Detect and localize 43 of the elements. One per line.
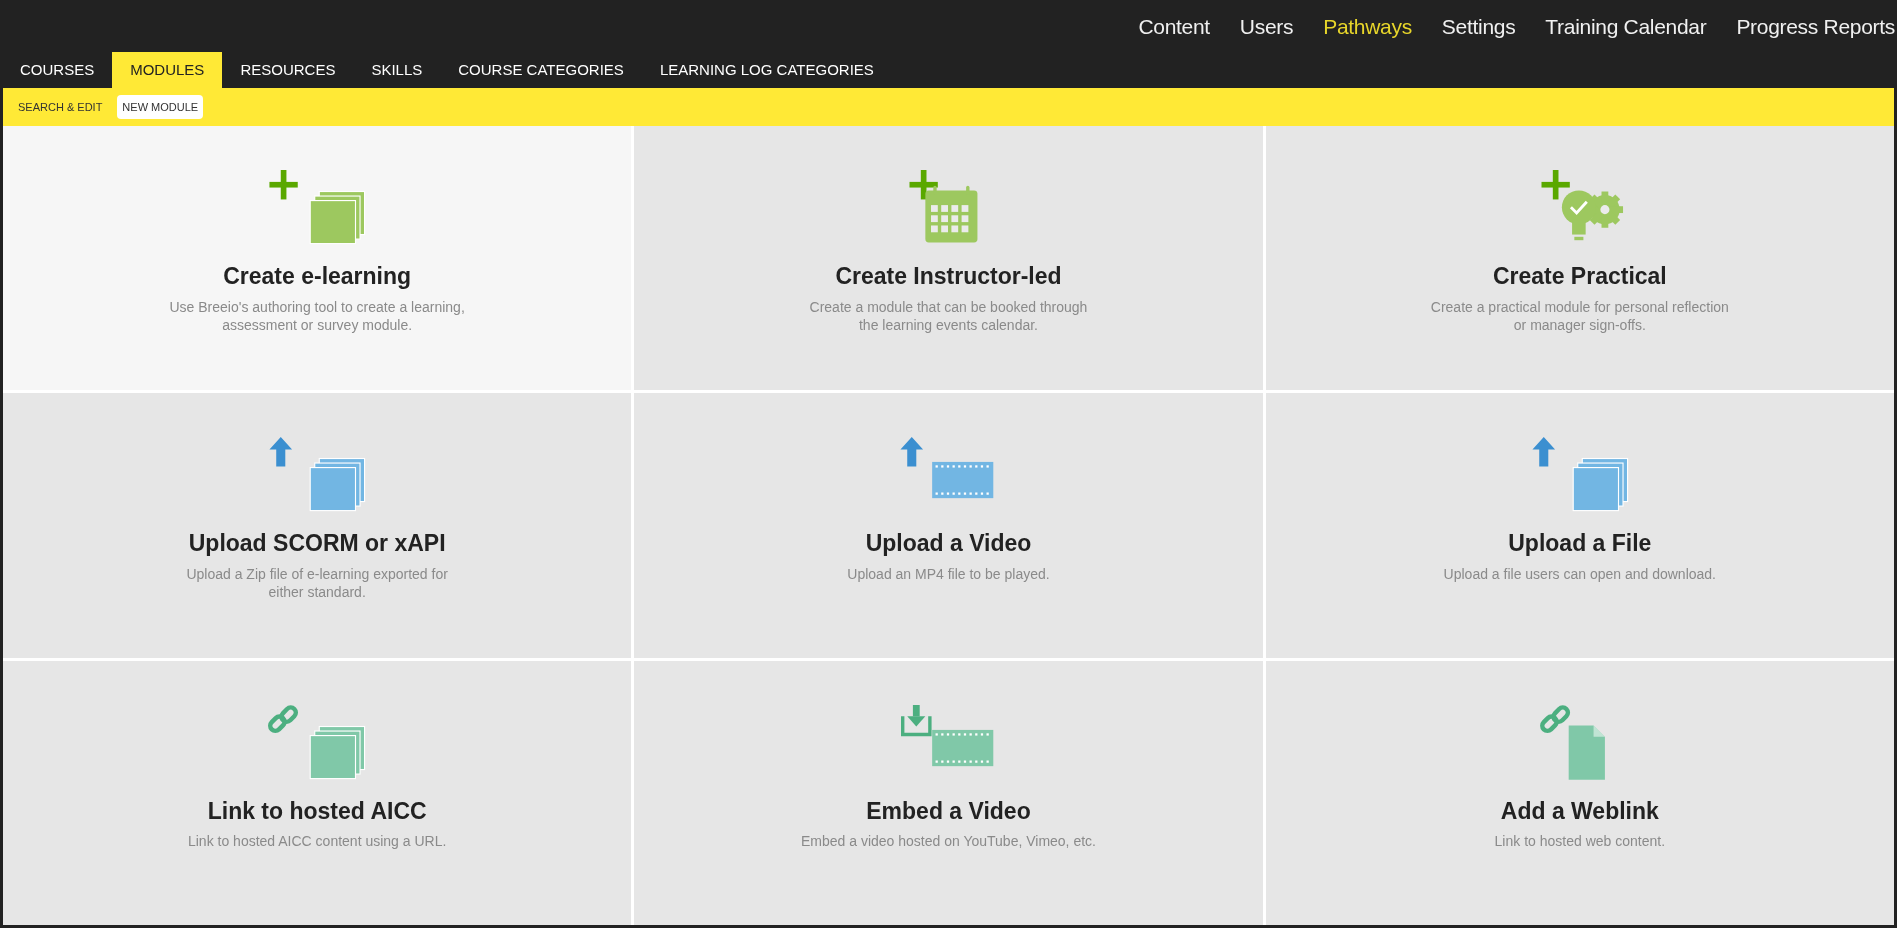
module-type-card[interactable]: Embed a Video Embed a video hosted on YouTube, Vimeo, etc. <box>634 660 1263 925</box>
nav-link[interactable]: Progress Reports <box>1736 10 1895 43</box>
tab[interactable]: LEARNING LOG CATEGORIES <box>641 52 892 88</box>
nav-link[interactable]: Users <box>1239 10 1294 43</box>
card-title: Add a Weblink <box>1500 796 1659 826</box>
card-title: Upload SCORM or xAPI <box>188 529 446 559</box>
card-title: Link to hosted AICC <box>207 796 427 826</box>
card-title: Create Practical <box>1492 262 1667 291</box>
nav-link[interactable]: Settings <box>1441 10 1516 43</box>
module-type-card[interactable]: Create e-learning Use Breeio's authoring tool to create a learning, assessment or survey module. <box>3 126 632 391</box>
tab[interactable]: SKILLS <box>353 52 441 88</box>
card-title: Create Instructor-led <box>835 262 1062 291</box>
module-type-card[interactable]: Create Instructor-led Create a module that can be booked through the learning events calendar. <box>634 126 1263 391</box>
nav-link[interactable]: Pathways <box>1323 10 1412 43</box>
card-description: Upload an MP4 file to be played. <box>846 564 1051 583</box>
nav-link[interactable]: Training Calendar <box>1545 10 1707 43</box>
tab[interactable]: MODULES <box>112 52 223 88</box>
link-stack-icon <box>267 704 368 782</box>
card-title: Upload a Video <box>865 529 1032 559</box>
module-type-card[interactable]: Upload SCORM or xAPI Upload a Zip file of e-learning exported for either standard. <box>3 393 632 658</box>
module-type-card[interactable]: Upload a File Upload a file users can open and download. <box>1265 393 1894 658</box>
add-stack-icon <box>267 170 368 247</box>
card-description: Use Breeio's authoring tool to create a learning, assessment or survey module. <box>168 297 466 334</box>
card-description: Upload a Zip file of e-learning exported for either standard. <box>185 564 449 601</box>
card-description: Link to hosted AICC content using a URL. <box>186 832 448 851</box>
card-title: Embed a Video <box>866 796 1031 826</box>
card-description: Upload a file users can open and download. <box>1442 564 1717 583</box>
sub-tab[interactable]: SEARCH & EDIT <box>13 94 108 120</box>
tab[interactable]: RESOURCES <box>222 52 354 88</box>
card-description: Create a module that can be booked through the learning events calendar. <box>808 297 1089 334</box>
card-description: Embed a video hosted on YouTube, Vimeo, etc. <box>800 832 1097 851</box>
tab[interactable]: COURSES <box>2 52 113 88</box>
module-type-card[interactable]: Upload a Video Upload an MP4 file to be played. <box>634 393 1263 658</box>
sub-tab[interactable]: NEW MODULE <box>117 94 204 120</box>
card-title: Upload a File <box>1508 529 1652 559</box>
module-type-card[interactable]: Link to hosted AICC Link to hosted AICC content using a URL. <box>3 660 632 925</box>
card-description: Link to hosted web content. <box>1493 832 1667 851</box>
card-description: Create a practical module for personal reflection or manager sign-offs. <box>1429 297 1730 334</box>
card-title: Create e-learning <box>223 262 412 291</box>
nav-link[interactable]: Content <box>1138 10 1210 43</box>
module-type-card[interactable]: Add a Weblink Link to hosted web content. <box>1265 660 1894 925</box>
tab[interactable]: COURSE CATEGORIES <box>440 52 642 88</box>
module-type-card[interactable]: Create Practical Create a practical module for personal reflection or manager sign-offs. <box>1265 126 1894 391</box>
